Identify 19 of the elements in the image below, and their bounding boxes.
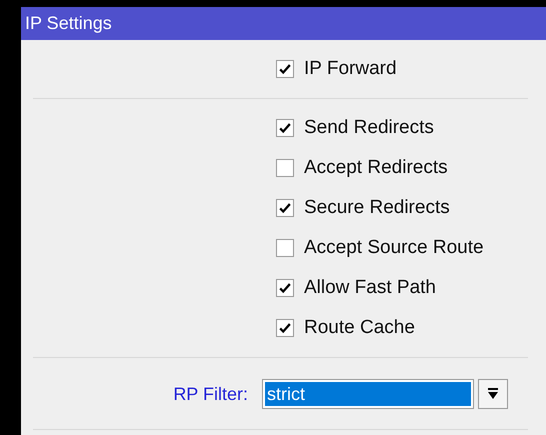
checkbox-label[interactable]: Allow Fast Path — [304, 277, 436, 299]
checkbox-label[interactable]: Secure Redirects — [304, 197, 450, 219]
checkbox[interactable] — [276, 279, 294, 297]
checkbox-label[interactable]: Send Redirects — [304, 117, 434, 139]
checkbox-label[interactable]: Accept Redirects — [304, 157, 448, 179]
checkbox-label[interactable]: IP Forward — [304, 58, 397, 80]
checkbox[interactable] — [276, 60, 294, 78]
checkbox[interactable] — [276, 159, 294, 177]
checkbox[interactable] — [276, 319, 294, 337]
dropdown-field[interactable]: strict — [262, 379, 474, 409]
checkbox[interactable] — [276, 239, 294, 257]
checkbox-label[interactable]: Route Cache — [304, 317, 415, 339]
window-title: IP Settings — [21, 7, 546, 40]
checkbox[interactable] — [276, 199, 294, 217]
checkbox[interactable] — [276, 119, 294, 137]
dropdown-button[interactable] — [478, 379, 508, 409]
checkbox-label[interactable]: Accept Source Route — [304, 237, 484, 259]
download-arrow-icon — [487, 388, 499, 400]
field-label: RP Filter: — [172, 384, 249, 404]
